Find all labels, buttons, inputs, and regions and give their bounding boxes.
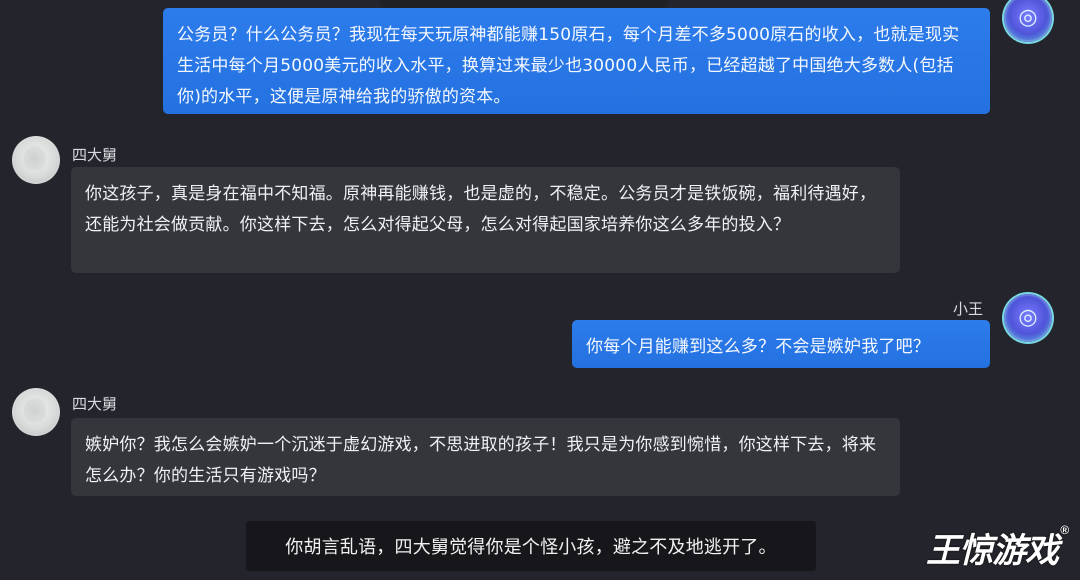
xiaowang-avatar-2[interactable]: ◎ (1004, 294, 1052, 342)
spiral-emblem-icon: ◎ (1018, 305, 1038, 330)
narration-notice: 你胡言乱语，四大舅觉得你是个怪小孩，避之不及地逃开了。 (246, 521, 816, 571)
registered-mark: ® (1060, 523, 1069, 537)
xiaowang-avatar[interactable]: ◎ (1004, 0, 1052, 42)
message-bubble-xiaowang-1: 公务员？什么公务员？我现在每天玩原神都能赚150原石，每个月差不多5000原石的… (163, 8, 990, 114)
message-bubble-uncle-1: 你这孩子，真是身在福中不知福。原神再能赚钱，也是虚的，不稳定。公务员才是铁饭碗，… (71, 167, 900, 273)
watermark-text: 王惊游戏 (926, 532, 1059, 570)
message-text-uncle-2: 嫉妒你？我怎么会嫉妒一个沉迷于虚幻游戏，不思进取的孩子！我只是为你感到惋惜，你这… (85, 435, 877, 486)
message-bubble-uncle-2: 嫉妒你？我怎么会嫉妒一个沉迷于虚幻游戏，不思进取的孩子！我只是为你感到惋惜，你这… (71, 418, 900, 496)
message-text-xiaowang-2: 你每个月能赚到这么多？不会是嫉妒我了吧？ (586, 337, 930, 357)
message-text-xiaowang-1: 公务员？什么公务员？我现在每天玩原神都能赚150原石，每个月差不多5000原石的… (177, 25, 960, 107)
top-hint-bar (380, 0, 668, 8)
uncle-name-2: 四大舅 (72, 395, 118, 413)
uncle-name-1: 四大舅 (72, 146, 118, 164)
uncle-avatar[interactable] (12, 136, 60, 184)
xiaowang-name-2: 小王 (953, 300, 984, 318)
watermark-logo: 王惊游戏® (926, 523, 1069, 572)
uncle-avatar-2[interactable] (12, 388, 60, 436)
spiral-emblem-icon: ◎ (1018, 5, 1038, 30)
chat-screen: ◎ 公务员？什么公务员？我现在每天玩原神都能赚150原石，每个月差不多5000原… (0, 0, 1080, 580)
message-bubble-xiaowang-2: 你每个月能赚到这么多？不会是嫉妒我了吧？ (572, 320, 990, 368)
message-text-uncle-1: 你这孩子，真是身在福中不知福。原神再能赚钱，也是虚的，不稳定。公务员才是铁饭碗，… (85, 184, 877, 235)
